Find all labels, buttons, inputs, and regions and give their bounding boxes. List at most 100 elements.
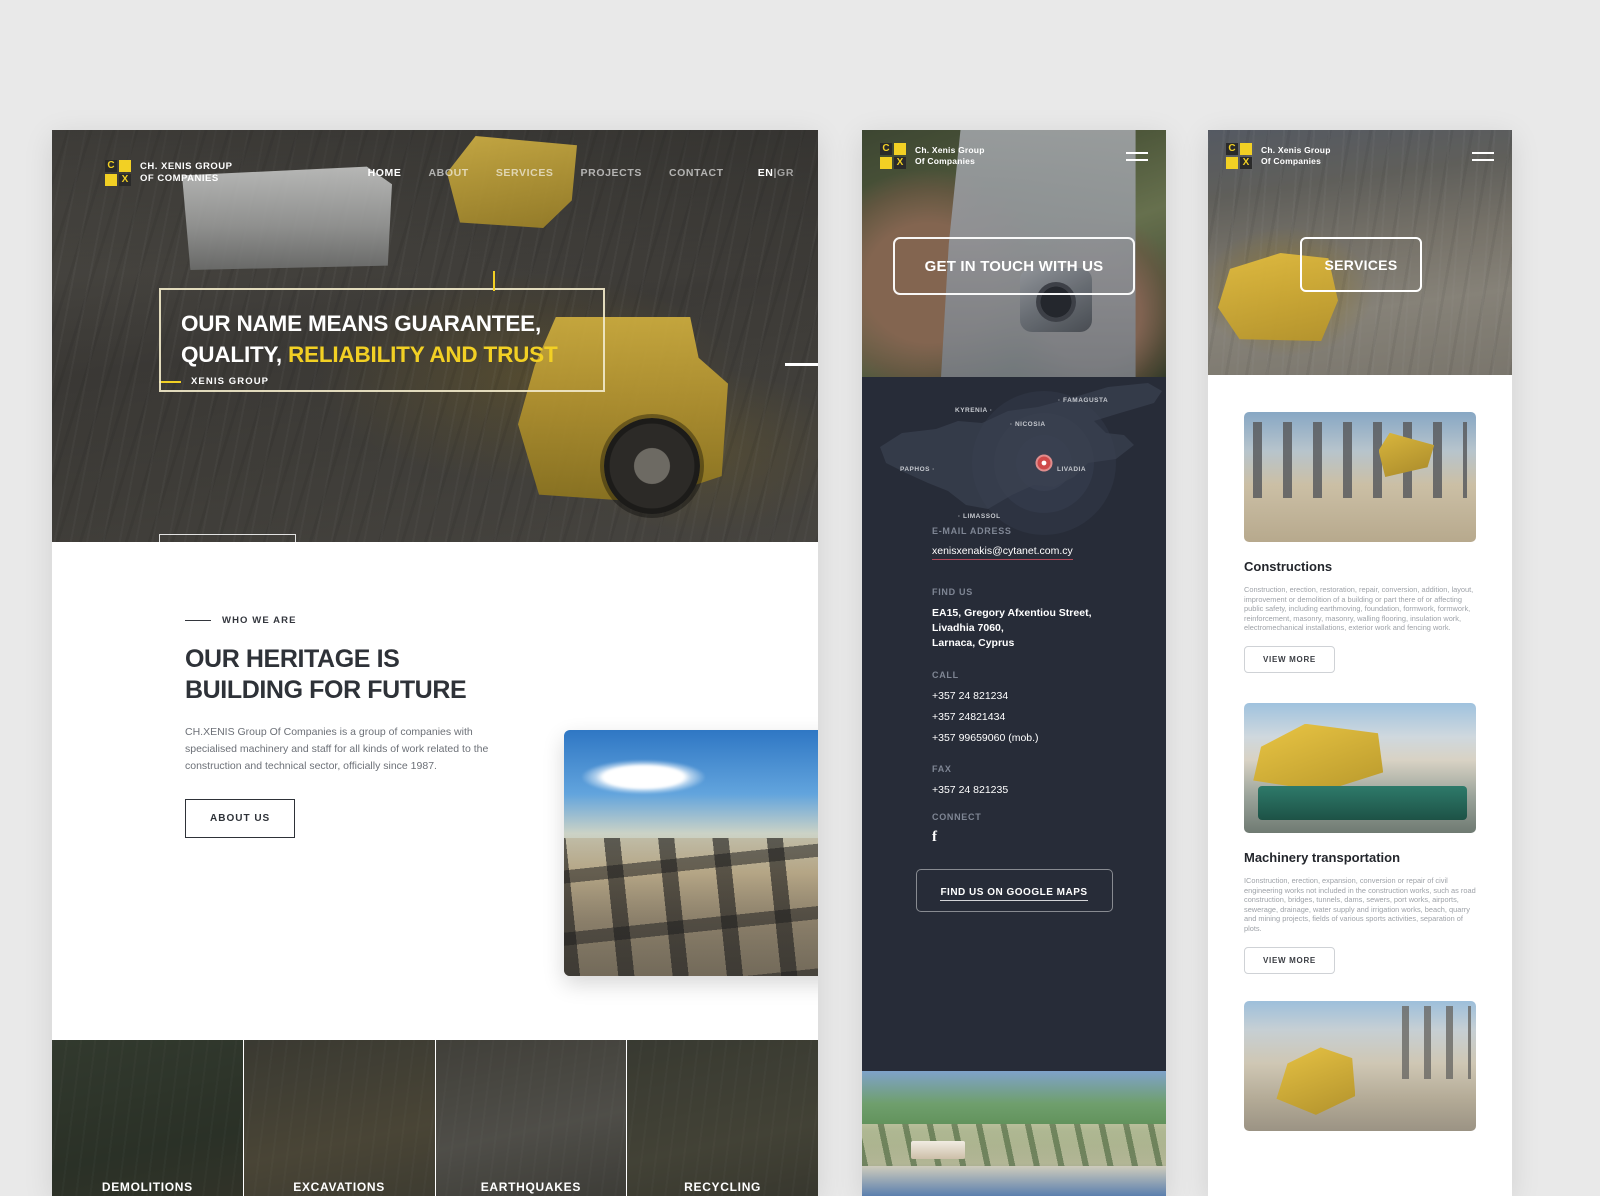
nav-item-home[interactable]: HOME — [368, 167, 402, 179]
construction-site-photo — [1244, 412, 1476, 542]
service-tile-demolitions[interactable]: DEMOLITIONS — [52, 1040, 244, 1196]
nav-item-services[interactable]: SERVICES — [496, 167, 554, 179]
lang-en[interactable]: EN — [758, 167, 774, 179]
nav-item-about[interactable]: ABOUT — [428, 167, 468, 179]
hamburger-menu-icon[interactable] — [1472, 151, 1494, 161]
view-more-button[interactable]: VIEW MORE — [1244, 645, 1335, 673]
logo-wordmark: Ch. Xenis Group Of Companies — [1261, 145, 1331, 167]
call-label: CALL — [932, 670, 959, 680]
logo-square-top-right — [119, 160, 131, 172]
logo-letter-x: X — [1240, 157, 1252, 169]
tile-overlay — [243, 1040, 435, 1196]
map-city-limassol: · LIMASSOL — [958, 513, 1001, 520]
aerial-landscape-photo — [862, 1071, 1166, 1196]
tile-label: EARTHQUAKES — [480, 1180, 582, 1194]
about-paragraph: CH.XENIS Group Of Companies is a group o… — [185, 726, 489, 772]
connect-label: CONNECT — [932, 812, 982, 822]
contact-hero-title: GET IN TOUCH WITH US — [924, 257, 1104, 275]
address-line-1: EA15, Gregory Afxentiou Street, — [932, 607, 1092, 619]
service-card-machinery-transportation: Machinery transportation IConstruction, … — [1208, 673, 1512, 974]
hero-top-tick — [493, 271, 495, 291]
primary-nav: HOME ABOUT SERVICES PROJECTS CONTACT — [368, 167, 724, 179]
fax-label: FAX — [932, 764, 952, 774]
logo-square-top-right — [894, 143, 906, 155]
about-section: WHO WE ARE OUR HERITAGE IS BUILDING FOR … — [52, 542, 818, 976]
address: EA15, Gregory Afxentiou Street, Livadhia… — [932, 606, 1091, 651]
email-block: E-MAIL ADRESS xenisxenakis@cytanet.com.c… — [932, 526, 1073, 560]
address-line-2: Livadhia 7060, — [932, 622, 1004, 634]
logo-mark-icon: C X — [1226, 143, 1252, 169]
tile-label: EXCAVATIONS — [293, 1180, 385, 1194]
services-hero: C X Ch. Xenis Group Of Companies SERVICE… — [1208, 130, 1512, 375]
hero-headline-box: OUR NAME MEANS GUARANTEE, QUALITY, RELIA… — [159, 288, 605, 392]
hero-section: C X CH. XENIS GROUP OF COMPANIES HOME AB… — [52, 130, 818, 542]
hamburger-line-1 — [1126, 151, 1148, 154]
logo-name-line-1: Ch. Xenis Group — [1261, 145, 1331, 155]
view-services-button[interactable]: VIEW SERVICES — [159, 534, 297, 542]
about-title: OUR HERITAGE IS BUILDING FOR FUTURE — [185, 644, 497, 706]
logo-letter-c: C — [880, 143, 892, 155]
about-title-line-1: OUR HERITAGE IS — [185, 645, 400, 673]
service-card-constructions: Constructions Construction, erection, re… — [1208, 375, 1512, 673]
map-city-famagusta: · FAMAGUSTA — [1058, 397, 1109, 404]
email-link[interactable]: xenisxenakis@cytanet.com.cy — [932, 545, 1073, 560]
phone-number-3[interactable]: +357 99659060 (mob.) — [932, 730, 1039, 747]
facebook-icon[interactable]: f — [932, 829, 937, 846]
map-city-paphos: PAPHOS · — [900, 466, 935, 473]
logo-name-line-2: Of Companies — [1261, 156, 1322, 166]
about-us-button[interactable]: ABOUT US — [185, 799, 296, 838]
find-us-on-google-maps-button[interactable]: FIND US ON GOOGLE MAPS — [915, 869, 1113, 912]
service-card-description: Construction, erection, restoration, rep… — [1244, 585, 1474, 633]
service-card-description: IConstruction, erection, expansion, conv… — [1244, 875, 1476, 933]
call-block: CALL +357 24 821234 +357 24821434 +357 9… — [932, 670, 1039, 747]
about-kicker-dash — [185, 619, 211, 622]
tile-overlay — [627, 1040, 818, 1196]
logo-letter-x: X — [119, 174, 131, 186]
hero-headline: OUR NAME MEANS GUARANTEE, QUALITY, RELIA… — [181, 308, 583, 370]
view-more-button[interactable]: VIEW MORE — [1244, 946, 1335, 974]
fax-block: FAX +357 24 821235 — [932, 764, 1008, 799]
logo-mark-icon: C X — [880, 143, 906, 169]
about-title-line-2: BUILDING FOR FUTURE — [185, 676, 467, 704]
logo-mark-icon: C X — [105, 160, 131, 186]
language-switcher[interactable]: EN|GR — [758, 167, 794, 179]
map-city-kyrenia: KYRENIA · — [955, 407, 993, 414]
service-tile-earthquakes[interactable]: EARTHQUAKES — [435, 1040, 628, 1196]
logo[interactable]: C X Ch. Xenis Group Of Companies — [880, 143, 985, 169]
screenshot-stage: C X CH. XENIS GROUP OF COMPANIES HOME AB… — [0, 0, 1600, 1196]
phone-number-1[interactable]: +357 24 821234 — [932, 688, 1039, 705]
logo-letter-c: C — [105, 160, 117, 172]
phone-number-2[interactable]: +357 24821434 — [932, 709, 1039, 726]
address-line-3: Larnaca, Cyprus — [932, 637, 1015, 649]
loader-wheel-graphic — [604, 418, 700, 514]
maps-button-label: FIND US ON GOOGLE MAPS — [940, 887, 1088, 901]
mobile-services-panel: C X Ch. Xenis Group Of Companies SERVICE… — [1208, 130, 1512, 1196]
service-card-image — [1244, 412, 1476, 542]
cyprus-map: KYRENIA · · FAMAGUSTA · NICOSIA PAPHOS ·… — [862, 377, 1166, 537]
lang-gr[interactable]: GR — [777, 167, 794, 179]
find-us-label: FIND US — [932, 587, 973, 597]
contact-mobile-header: C X Ch. Xenis Group Of Companies — [862, 130, 1166, 182]
tile-overlay — [435, 1040, 627, 1196]
service-tile-excavations[interactable]: EXCAVATIONS — [243, 1040, 436, 1196]
logo[interactable]: C X CH. XENIS GROUP OF COMPANIES — [105, 160, 233, 186]
logo[interactable]: C X Ch. Xenis Group Of Companies — [1226, 143, 1331, 169]
hero-slider-indicator[interactable] — [785, 363, 818, 366]
logo-letter-x: X — [894, 157, 906, 169]
nav-item-contact[interactable]: CONTACT — [669, 167, 724, 179]
cyprus-map-svg — [880, 383, 1162, 535]
services-body: Constructions Construction, erection, re… — [1208, 375, 1512, 1196]
contact-hero: C X Ch. Xenis Group Of Companies GET IN … — [862, 130, 1166, 377]
logo-square-bottom-left — [1226, 157, 1238, 169]
hamburger-menu-icon[interactable] — [1126, 151, 1148, 161]
hamburger-line-1 — [1472, 151, 1494, 154]
about-photo — [564, 730, 818, 976]
hero-headline-highlight: RELIABILITY AND TRUST — [287, 342, 558, 367]
contact-footer-image — [862, 1071, 1166, 1196]
service-card-title: Machinery transportation — [1244, 849, 1401, 865]
service-tile-recycling[interactable]: RECYCLING — [627, 1040, 818, 1196]
fax-number: +357 24 821235 — [932, 784, 1009, 796]
logo-wordmark: Ch. Xenis Group Of Companies — [915, 145, 985, 167]
nav-item-projects[interactable]: PROJECTS — [581, 167, 642, 179]
logo-name-line-2: OF COMPANIES — [140, 173, 219, 184]
